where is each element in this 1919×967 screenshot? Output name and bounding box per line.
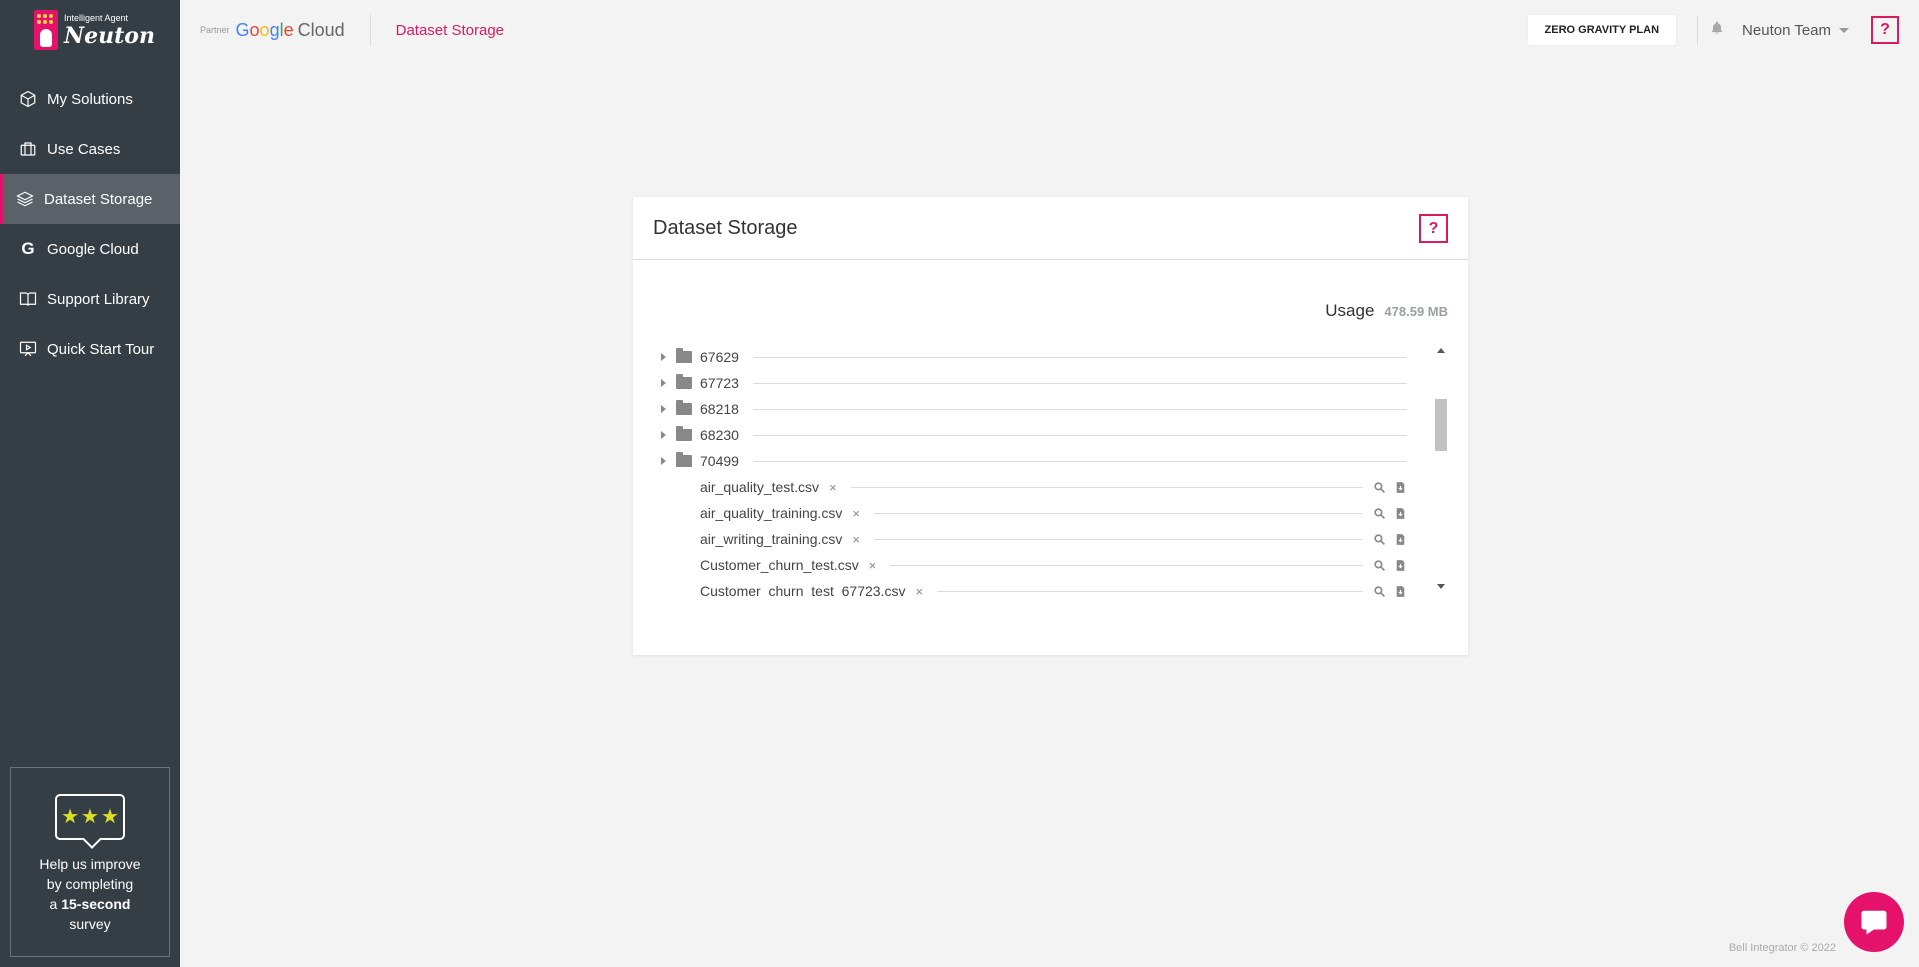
search-icon[interactable]	[1373, 585, 1386, 598]
folder-row[interactable]: 68230	[653, 422, 1413, 448]
search-icon[interactable]	[1373, 559, 1386, 572]
file-name: air_quality_training.csv	[700, 505, 843, 521]
chevron-down-icon	[1839, 27, 1849, 33]
scroll-up-arrow-icon[interactable]	[1437, 348, 1445, 353]
download-file-icon[interactable]	[1394, 481, 1407, 494]
neuton-logo-icon	[34, 10, 58, 50]
file-row[interactable]: air_quality_test.csv ×	[653, 474, 1413, 500]
footer-copyright: Bell Integrator © 2022	[1728, 942, 1836, 954]
neuton-logo[interactable]: Intelligent Agent Neuton	[0, 0, 180, 60]
folder-row[interactable]: 68218	[653, 396, 1413, 422]
usage-value: 478.59 MB	[1384, 304, 1448, 319]
download-file-icon[interactable]	[1394, 507, 1407, 520]
expand-arrow-icon[interactable]	[661, 379, 666, 387]
file-row[interactable]: Customer_churn_test.csv ×	[653, 552, 1413, 578]
survey-banner[interactable]: ★ ★ ★ Help us improve by completing a 15-s…	[10, 767, 170, 957]
search-icon[interactable]	[1373, 507, 1386, 520]
file-name: Customer_churn_test_67723.csv	[700, 583, 906, 597]
layers-icon	[16, 190, 34, 208]
sidebar-item-dataset-storage[interactable]: Dataset Storage	[0, 174, 180, 224]
sidebar-item-label: Google Cloud	[47, 240, 139, 258]
user-name: Neuton Team	[1742, 21, 1831, 39]
scrollbar-thumb[interactable]	[1435, 399, 1447, 451]
search-icon[interactable]	[1373, 533, 1386, 546]
sidebar-item-label: Support Library	[47, 290, 150, 308]
file-row[interactable]: air_quality_training.csv ×	[653, 500, 1413, 526]
file-tree[interactable]: 67629 67723 68218 68230 70499 air_qualit…	[653, 344, 1448, 597]
file-row[interactable]: air_writing_training.csv ×	[653, 526, 1413, 552]
bell-icon[interactable]	[1710, 21, 1724, 40]
tree-scrollbar[interactable]	[1434, 344, 1448, 597]
cube-icon	[19, 90, 37, 108]
folder-row[interactable]: 67629	[653, 344, 1413, 370]
survey-text: Help us improve by completing a 15-secon…	[39, 856, 141, 932]
expand-arrow-icon[interactable]	[661, 405, 666, 413]
folder-name: 68230	[700, 427, 739, 443]
remove-file-icon[interactable]: ×	[829, 480, 837, 495]
download-file-icon[interactable]	[1394, 559, 1407, 572]
download-file-icon[interactable]	[1394, 533, 1407, 546]
google-cloud-logo: Google Cloud	[235, 19, 345, 40]
folder-icon	[676, 348, 692, 363]
sidebar-item-label: Dataset Storage	[44, 190, 153, 208]
folder-name: 68218	[700, 401, 739, 417]
dataset-storage-card: Dataset Storage ? Usage 478.59 MB 67629 …	[633, 197, 1468, 655]
rating-stars-icon: ★ ★ ★	[55, 794, 125, 840]
logo-tagline: Intelligent Agent	[64, 12, 129, 23]
sidebar-nav: My Solutions Use Cases Dataset Storage G…	[0, 74, 180, 374]
book-icon	[19, 290, 37, 308]
remove-file-icon[interactable]: ×	[915, 584, 923, 598]
sidebar: Intelligent Agent Neuton My Solutions Us…	[0, 0, 180, 967]
folder-icon	[676, 400, 692, 415]
top-bar: Partner Google Cloud Dataset Storage ZER…	[180, 0, 1919, 60]
sidebar-item-label: My Solutions	[47, 90, 133, 108]
folder-name: 70499	[700, 453, 739, 469]
sidebar-item-support-library[interactable]: Support Library	[0, 274, 180, 324]
download-file-icon[interactable]	[1394, 585, 1407, 598]
plan-button[interactable]: ZERO GRAVITY PLAN	[1526, 14, 1678, 46]
sidebar-item-my-solutions[interactable]: My Solutions	[0, 74, 180, 124]
expand-arrow-icon[interactable]	[661, 353, 666, 361]
card-help-button[interactable]: ?	[1419, 214, 1448, 243]
file-name: air_quality_test.csv	[700, 479, 820, 495]
chat-button[interactable]	[1844, 892, 1904, 952]
folder-name: 67629	[700, 349, 739, 365]
file-name: air_writing_training.csv	[700, 531, 843, 547]
search-icon[interactable]	[1373, 481, 1386, 494]
usage-indicator: Usage 478.59 MB	[1325, 301, 1448, 321]
partner-label: Partner	[200, 25, 230, 35]
sidebar-item-label: Quick Start Tour	[47, 340, 155, 358]
sidebar-item-label: Use Cases	[47, 140, 121, 158]
sidebar-item-google-cloud[interactable]: G Google Cloud	[0, 224, 180, 274]
expand-arrow-icon[interactable]	[661, 457, 666, 465]
user-menu[interactable]: Neuton Team	[1742, 22, 1849, 39]
remove-file-icon[interactable]: ×	[869, 558, 877, 573]
folder-icon	[676, 374, 692, 389]
file-name: Customer_churn_test.csv	[700, 557, 859, 573]
remove-file-icon[interactable]: ×	[852, 532, 860, 547]
folder-name: 67723	[700, 375, 739, 391]
chat-bubble-icon	[1861, 910, 1887, 935]
help-button[interactable]: ?	[1871, 16, 1899, 44]
folder-row[interactable]: 70499	[653, 448, 1413, 474]
expand-arrow-icon[interactable]	[661, 431, 666, 439]
sidebar-item-use-cases[interactable]: Use Cases	[0, 124, 180, 174]
logo-name: Neuton	[64, 22, 155, 49]
usage-label: Usage	[1325, 301, 1375, 320]
sidebar-item-quick-start-tour[interactable]: Quick Start Tour	[0, 324, 180, 374]
briefcase-icon	[19, 140, 37, 158]
folder-icon	[676, 426, 692, 441]
folder-icon	[676, 452, 692, 467]
file-row[interactable]: Customer_churn_test_67723.csv ×	[653, 578, 1413, 597]
folder-row[interactable]: 67723	[653, 370, 1413, 396]
google-g-icon: G	[21, 239, 35, 258]
remove-file-icon[interactable]: ×	[852, 506, 860, 521]
scroll-down-arrow-icon[interactable]	[1437, 584, 1445, 589]
card-title: Dataset Storage	[653, 216, 798, 239]
card-header: Dataset Storage ?	[633, 197, 1468, 260]
breadcrumb[interactable]: Dataset Storage	[396, 22, 504, 39]
presentation-icon	[19, 340, 37, 358]
